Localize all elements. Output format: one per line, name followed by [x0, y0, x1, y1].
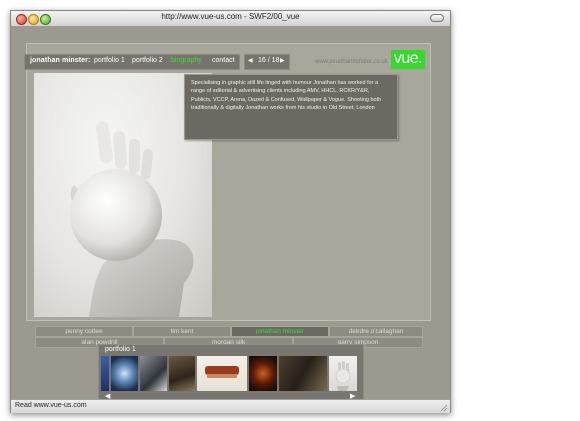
- photographer-name: jonathan minster:: [30, 57, 91, 64]
- thumbnail-8-image: [335, 361, 351, 391]
- thumbnail-5-image: [205, 366, 239, 378]
- biography-panel: Specialising in graphic still life tinge…: [184, 74, 398, 140]
- vue-logo[interactable]: vue.: [391, 50, 425, 69]
- thumbnail-2[interactable]: [111, 356, 138, 391]
- toolbar-toggle-button[interactable]: [430, 14, 444, 22]
- page-content: jonathan minster: portfolio 1 portfolio …: [11, 27, 450, 404]
- nav-contact[interactable]: contact: [212, 57, 235, 64]
- nav-portfolio-1[interactable]: portfolio 1: [94, 57, 125, 64]
- browser-window: http://www.vue-us.com - SWF2/00_vue jona…: [10, 10, 451, 413]
- status-text: Read www.vue-us.com: [15, 402, 87, 409]
- resize-grip-icon[interactable]: [439, 403, 448, 412]
- thumbnail-8[interactable]: [329, 356, 357, 391]
- window-title: http://www.vue-us.com - SWF2/00_vue: [161, 12, 300, 21]
- thumbnail-1[interactable]: [101, 356, 109, 391]
- nav-portfolio-2[interactable]: portfolio 2: [132, 57, 163, 64]
- thumbnail-6[interactable]: [249, 356, 277, 391]
- counter-text: 16 / 18: [258, 57, 280, 64]
- thumbnail-5[interactable]: [197, 356, 247, 391]
- title-bar: http://www.vue-us.com - SWF2/00_vue: [11, 11, 450, 27]
- photographer-jonathan-minster[interactable]: jonathan minster: [231, 326, 329, 337]
- thumbnail-7[interactable]: [279, 356, 327, 391]
- thumbnail-3[interactable]: [140, 356, 167, 391]
- thumbnail-strip: portfolio 1 ◀ ▶: [98, 344, 364, 404]
- image-counter: ◀ 16 / 18 ▶: [244, 54, 290, 70]
- status-bar: Read www.vue-us.com: [11, 399, 450, 413]
- main-nav: jonathan minster: portfolio 1 portfolio …: [24, 54, 240, 70]
- thumbnail-4[interactable]: [169, 356, 195, 391]
- photographer-tim-kent[interactable]: tim kent: [133, 326, 231, 337]
- photographer-deirdre-ocallaghan[interactable]: deirdre o'callaghan: [329, 326, 423, 337]
- biography-text: Specialising in graphic still life tinge…: [191, 80, 382, 112]
- nav-biography[interactable]: biography: [171, 57, 202, 64]
- site-url[interactable]: www.jonathanminster.co.uk: [315, 59, 388, 65]
- photographer-penny-cottee[interactable]: penny cottee: [35, 326, 133, 337]
- thumbnail-strip-title: portfolio 1: [105, 346, 136, 353]
- triangle-left-icon[interactable]: ◀: [248, 57, 253, 64]
- triangle-right-icon[interactable]: ▶: [280, 57, 285, 64]
